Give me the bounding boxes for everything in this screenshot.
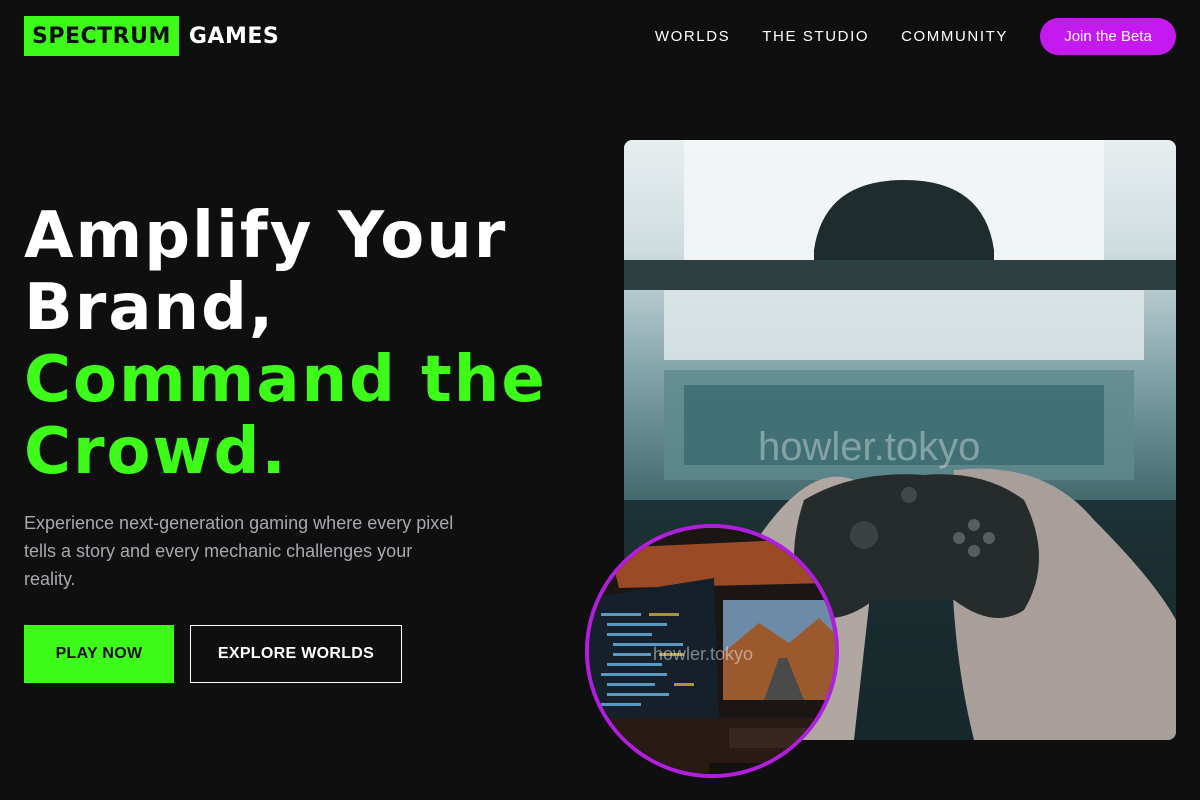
nav-item-worlds[interactable]: WORLDS bbox=[655, 28, 730, 45]
brand-logo[interactable]: SPECTRUM GAMES bbox=[24, 16, 279, 56]
hero-headline: Amplify Your Brand, Command the Crowd. bbox=[24, 200, 604, 488]
join-beta-button[interactable]: Join the Beta bbox=[1040, 17, 1176, 55]
site-header: SPECTRUM GAMES WORLDS THE STUDIO COMMUNI… bbox=[0, 0, 1200, 72]
image-watermark: howler.tokyo bbox=[758, 425, 981, 469]
logo-highlight: SPECTRUM bbox=[24, 16, 179, 56]
headline-accent-line-1: Command the bbox=[24, 343, 547, 417]
hero-image-desk-setup: howler.tokyo bbox=[585, 524, 839, 778]
headline-line-1: Amplify Your bbox=[24, 199, 508, 273]
main-nav: WORLDS THE STUDIO COMMUNITY Join the Bet… bbox=[655, 17, 1176, 55]
explore-worlds-button[interactable]: EXPLORE WORLDS bbox=[190, 625, 402, 683]
hero-subtext: Experience next-generation gaming where … bbox=[24, 513, 454, 589]
play-now-button[interactable]: PLAY NOW bbox=[24, 625, 174, 683]
nav-item-studio[interactable]: THE STUDIO bbox=[762, 28, 869, 45]
nav-item-community[interactable]: COMMUNITY bbox=[901, 28, 1008, 45]
headline-line-2: Brand, bbox=[24, 271, 276, 345]
circle-image-watermark: howler.tokyo bbox=[653, 644, 754, 664]
logo-text: GAMES bbox=[188, 23, 280, 49]
headline-accent-line-2: Crowd. bbox=[24, 415, 288, 489]
